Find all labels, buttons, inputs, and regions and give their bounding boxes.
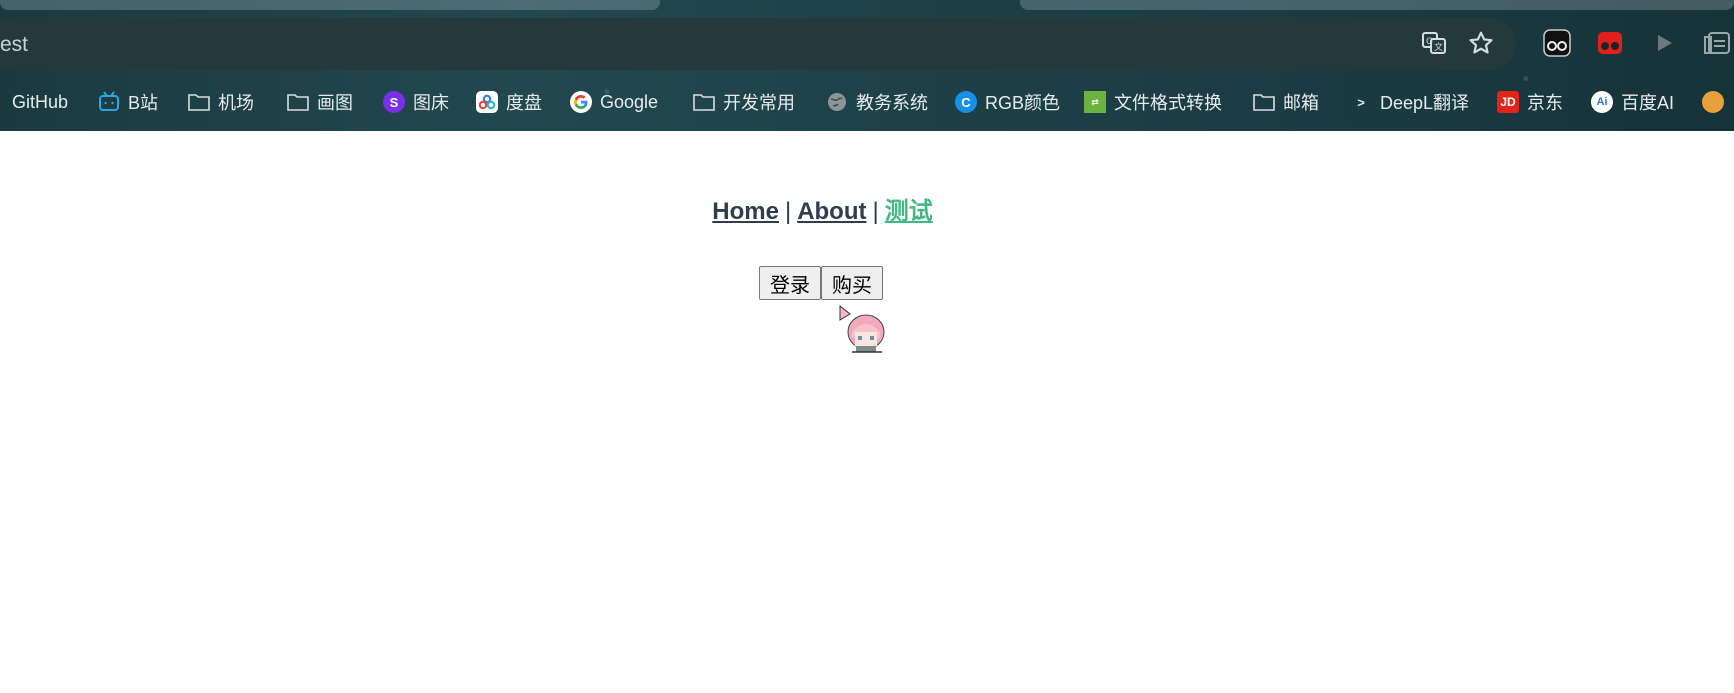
bookmark-label: 百度AI xyxy=(1621,93,1675,113)
image-host-icon: S xyxy=(383,91,405,113)
bookmarks-bar: GitHub B站 机场 画图 S 图床 度盘 Google 开发常用 教务系统… xyxy=(0,82,1734,122)
baidu-pan-icon xyxy=(476,91,498,113)
tab-strip-right xyxy=(1020,0,1734,10)
star-icon[interactable] xyxy=(1464,26,1498,60)
bookmark-label: 开发常用 xyxy=(723,93,795,113)
nav-link-home[interactable]: Home xyxy=(712,198,779,225)
nav-bar: Home | About | 测试 xyxy=(0,191,1645,226)
reader-extension-icon[interactable] xyxy=(1702,28,1732,58)
bookmark-label: 邮箱 xyxy=(1283,93,1319,113)
bookmark-label: 机场 xyxy=(218,93,254,113)
bookmark-label: B站 xyxy=(128,93,159,113)
bookmark-label: 文件格式转换 xyxy=(1114,93,1222,113)
glasses-extension-icon[interactable] xyxy=(1542,28,1572,58)
translate-icon[interactable]: G 文 xyxy=(1417,26,1451,60)
color-icon: C xyxy=(955,91,977,113)
nav-separator: | xyxy=(872,198,879,225)
jd-icon: JD xyxy=(1497,91,1519,113)
svg-text:G: G xyxy=(1426,37,1433,47)
overflow-bookmark-icon xyxy=(1702,91,1724,113)
nav-link-about[interactable]: About xyxy=(797,198,866,225)
bookmark-label: DeepL翻译 xyxy=(1380,93,1470,113)
bookmark-label: Google xyxy=(600,91,659,112)
google-icon xyxy=(570,91,592,113)
svg-text:文: 文 xyxy=(1434,41,1443,53)
bookmark-jichang[interactable]: 机场 xyxy=(188,88,254,116)
nav-link-test[interactable]: 测试 xyxy=(885,198,933,225)
red-extension-icon[interactable] xyxy=(1595,28,1625,58)
bookmark-tuchuang[interactable]: S 图床 xyxy=(383,88,449,116)
button-group: 登录 购买 xyxy=(759,266,883,300)
bookmark-kaifa[interactable]: 开发常用 xyxy=(693,88,795,116)
bookmark-label: 图床 xyxy=(413,93,449,113)
folder-icon xyxy=(693,91,715,113)
bilibili-icon xyxy=(98,91,120,113)
bookmark-huatu[interactable]: 画图 xyxy=(287,88,353,116)
play-extension-icon[interactable] xyxy=(1649,28,1679,58)
bookmark-label: 京东 xyxy=(1527,93,1563,113)
bookmark-overflow[interactable] xyxy=(1702,88,1732,116)
bookmark-jd[interactable]: JD 京东 xyxy=(1497,88,1563,116)
buy-button[interactable]: 购买 xyxy=(821,266,883,300)
bookmark-label: 度盘 xyxy=(506,93,542,113)
convert-icon: ⇄ xyxy=(1084,91,1106,113)
bookmark-jiaowu[interactable]: 教务系统 xyxy=(826,88,928,116)
login-button[interactable]: 登录 xyxy=(759,266,821,300)
mascot-image xyxy=(838,304,888,354)
bookmark-dupan[interactable]: 度盘 xyxy=(476,88,542,116)
folder-icon xyxy=(1253,91,1275,113)
baidu-ai-icon: Ai xyxy=(1591,91,1613,113)
bookmark-google[interactable]: Google xyxy=(570,88,658,116)
bookmark-bilibili[interactable]: B站 xyxy=(98,88,158,116)
address-bar[interactable] xyxy=(0,18,1516,70)
bookmark-convert[interactable]: ⇄ 文件格式转换 xyxy=(1084,88,1222,116)
bookmark-label: 教务系统 xyxy=(856,93,928,113)
folder-icon xyxy=(287,91,309,113)
globe-icon xyxy=(826,91,848,113)
nav-separator: | xyxy=(784,198,792,225)
bookmark-deepl[interactable]: > DeepL翻译 xyxy=(1350,88,1469,116)
bookmark-github[interactable]: GitHub xyxy=(12,88,68,116)
deepl-icon: > xyxy=(1357,94,1365,110)
bookmark-label: RGB颜色 xyxy=(985,93,1061,113)
url-text[interactable]: est xyxy=(0,33,28,57)
bookmark-label: 画图 xyxy=(317,93,353,113)
tab-strip-left xyxy=(0,0,660,10)
bookmark-label: GitHub xyxy=(12,91,69,112)
folder-icon xyxy=(188,91,210,113)
bookmark-rgb[interactable]: C RGB颜色 xyxy=(955,88,1060,116)
bookmark-baiduai[interactable]: Ai 百度AI xyxy=(1591,88,1674,116)
browser-chrome: est G 文 GitHub B站 机场 画图 S 图床 度盘 Google 开… xyxy=(0,0,1734,131)
bookmark-mail[interactable]: 邮箱 xyxy=(1253,88,1319,116)
page-content: Home | About | 测试 登录 购买 xyxy=(0,131,1734,693)
